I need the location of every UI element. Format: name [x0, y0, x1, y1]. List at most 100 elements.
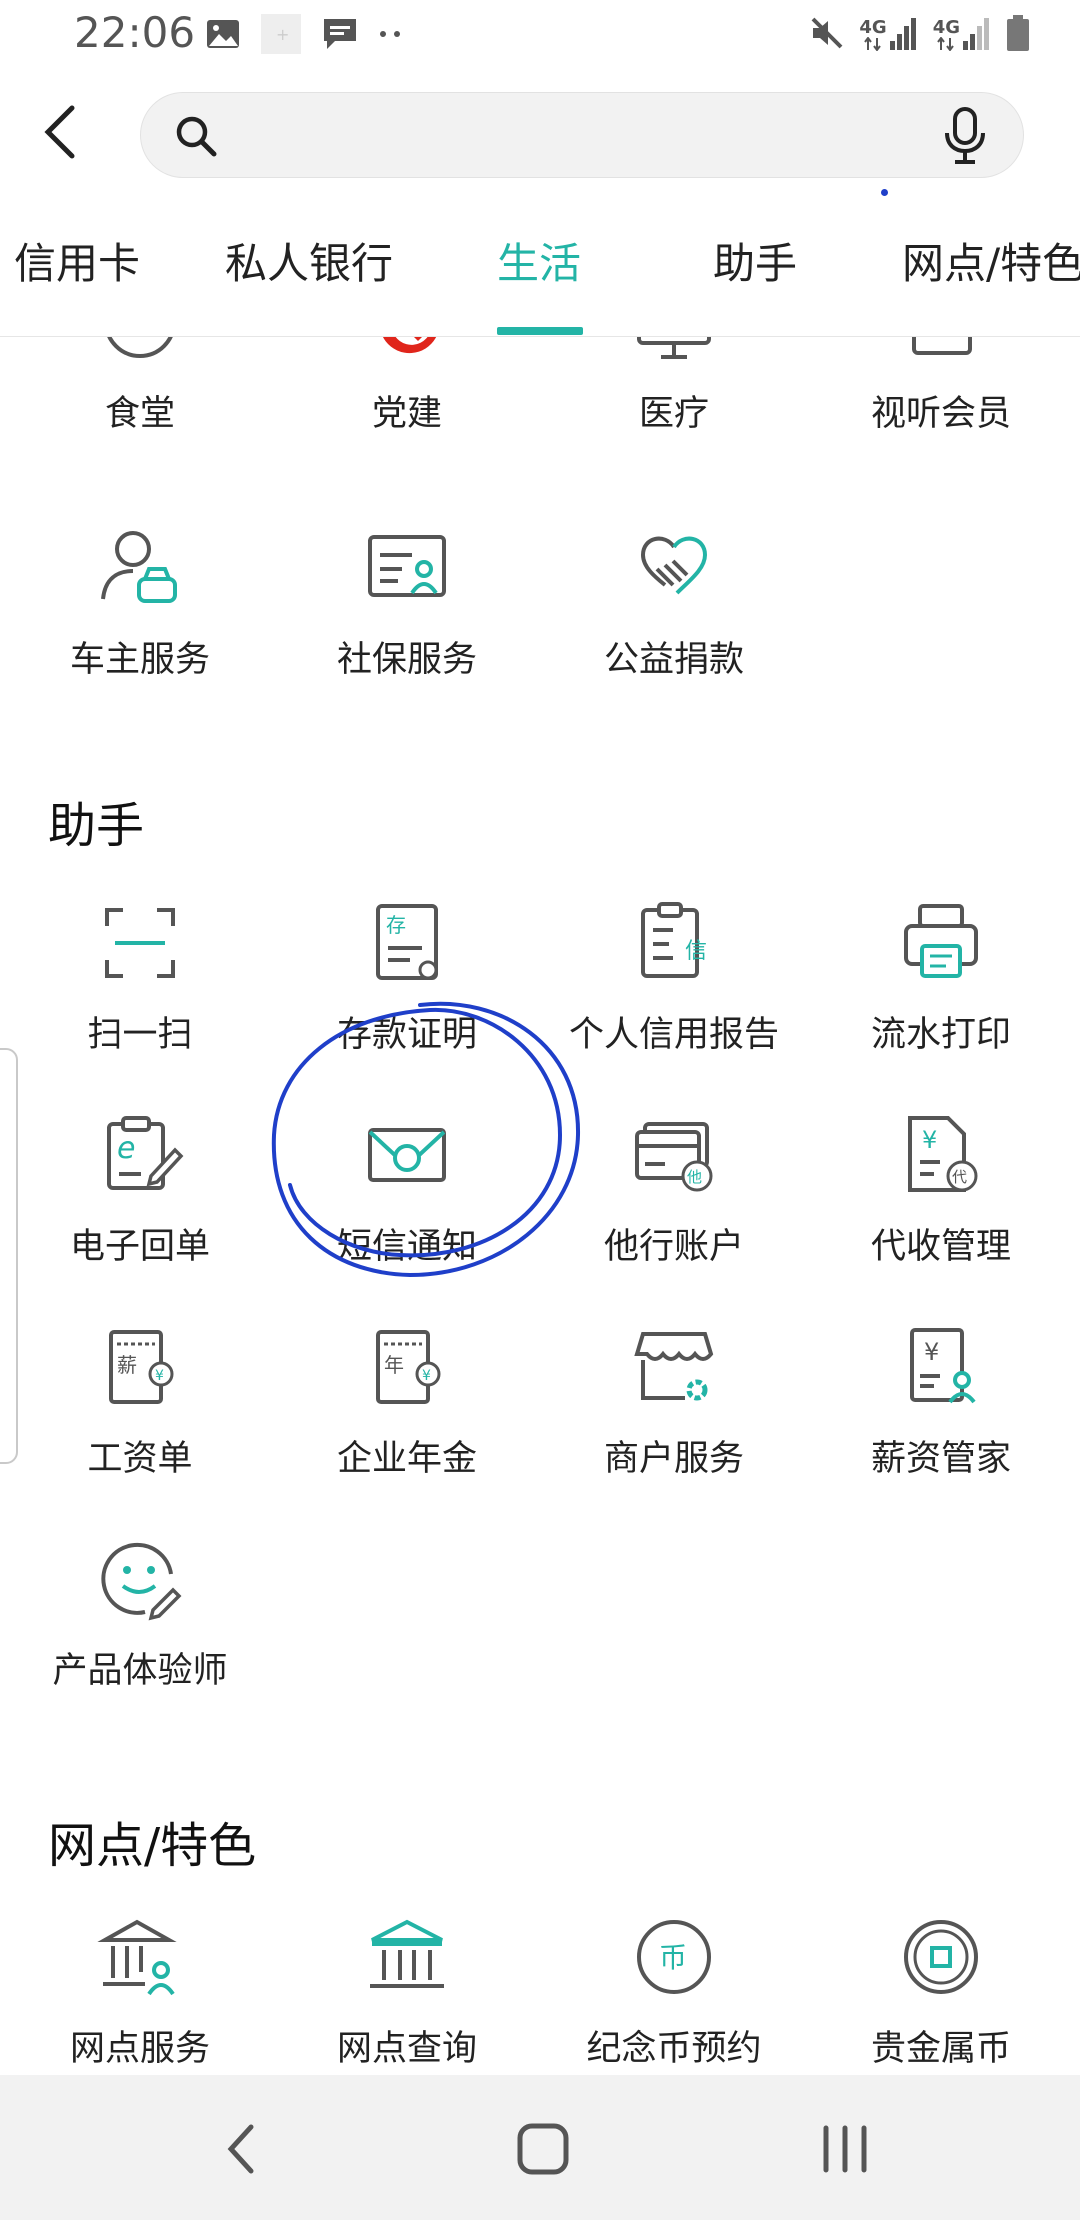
tab-outlet-features[interactable]: 网点/特色 [902, 230, 1080, 291]
grid-item-label: 纪念币预约 [586, 2029, 762, 2069]
nav-home-button[interactable] [498, 2113, 588, 2185]
grid-item-merchant-service[interactable]: 商户服务 [540, 1322, 808, 1481]
video-member-icon [912, 337, 972, 355]
charity-handshake-icon [640, 536, 708, 595]
tab-private-banking[interactable]: 私人银行 [225, 230, 393, 291]
grid-item-av-member[interactable]: 视听会员 [807, 337, 1075, 436]
grid-item-label: 产品体验师 [52, 1651, 228, 1691]
grid-item-label: 存款证明 [336, 1015, 477, 1055]
network-label-2: 4G [932, 17, 960, 38]
grid-item-collection-management[interactable]: ¥ 代 代收管理 [807, 1110, 1075, 1269]
grid-item-payslip[interactable]: 薪 ¥ 工资单 [6, 1322, 274, 1481]
nav-home-icon [517, 2123, 569, 2175]
scan-icon [105, 908, 175, 978]
grid-item-label: 社保服务 [336, 640, 477, 680]
search-icon [176, 116, 217, 157]
svg-text:+: + [276, 25, 289, 44]
party-emblem-icon [383, 337, 437, 354]
svg-text:币: 币 [659, 1941, 687, 1974]
nav-back-button[interactable] [196, 2113, 286, 2185]
tab-assistant[interactable]: 助手 [713, 230, 797, 291]
network-label-1: 4G [859, 17, 887, 38]
system-nav-bar [0, 2075, 1080, 2220]
bank-building-icon [370, 1919, 444, 1988]
grid-item-medical[interactable]: 医疗 [540, 337, 808, 436]
grid-item-label: 车主服务 [69, 640, 210, 680]
svg-text:他: 他 [687, 1168, 702, 1186]
other-bank-card-icon: 他 [635, 1122, 713, 1192]
more-dots-icon [380, 31, 400, 37]
grid-item-social-security[interactable]: 社保服务 [273, 523, 541, 682]
bank-person-icon [97, 1919, 177, 1996]
grid-item-payroll-manager[interactable]: ¥ 薪资管家 [807, 1322, 1075, 1481]
grid-item-sms-notification[interactable]: 短信通知 [273, 1110, 541, 1269]
printer-icon [904, 904, 978, 978]
grid-item-label: 党建 [371, 394, 442, 434]
svg-text:¥: ¥ [155, 1368, 164, 1384]
medical-monitor-icon [637, 337, 711, 359]
grid-item-label: 代收管理 [870, 1227, 1011, 1267]
car-owner-icon [101, 531, 177, 603]
grid-item-scan[interactable]: 扫一扫 [6, 898, 274, 1057]
grid-item-label: 工资单 [87, 1439, 193, 1479]
active-tab-indicator [497, 327, 583, 335]
grid-item-canteen[interactable]: 食堂 [6, 337, 274, 436]
grid-item-product-tester[interactable]: 产品体验师 [6, 1534, 274, 1693]
grid-item-party-building[interactable]: 党建 [273, 337, 541, 436]
svg-text:¥: ¥ [922, 1126, 937, 1154]
search-header [0, 72, 1080, 196]
grid-item-label: 贵金属币 [870, 2029, 1011, 2069]
coin-icon: 币 [637, 1920, 711, 1994]
grid-item-label: 流水打印 [870, 1015, 1011, 1055]
grid-item-enterprise-annuity[interactable]: 年 ¥ 企业年金 [273, 1322, 541, 1481]
grid-item-other-bank-account[interactable]: 他 他行账户 [540, 1110, 808, 1269]
nav-recents-button[interactable] [800, 2113, 890, 2185]
grid-item-label: 薪资管家 [870, 1439, 1011, 1479]
section-title-assistant: 助手 [48, 798, 145, 854]
tab-life[interactable]: 生活 [497, 230, 581, 291]
grid-item-label: 网点服务 [69, 2029, 210, 2069]
status-time: 22:06 [74, 8, 196, 57]
signal-icon-2 [963, 18, 989, 50]
svg-text:e: e [117, 1131, 135, 1166]
grid-item-outlet-service[interactable]: 网点服务 [6, 1912, 274, 2071]
grid-item-label: 个人信用报告 [568, 1015, 779, 1055]
svg-text:薪: 薪 [117, 1353, 137, 1377]
edge-panel-handle[interactable] [0, 1048, 18, 1464]
search-input[interactable] [231, 105, 875, 167]
svg-text:代: 代 [952, 1168, 967, 1186]
gallery-icon [207, 20, 239, 48]
grid-item-e-receipt[interactable]: e 电子回单 [6, 1110, 274, 1269]
grid-item-charity[interactable]: 公益捐款 [540, 523, 808, 682]
microphone-icon[interactable] [943, 107, 987, 165]
e-receipt-icon: e [107, 1116, 184, 1190]
grid-item-label: 短信通知 [336, 1227, 477, 1267]
grid-item-commemorative-coin[interactable]: 币 纪念币预约 [540, 1912, 808, 2071]
collection-document-icon: ¥代 [908, 1116, 978, 1192]
grid-item-label: 食堂 [104, 394, 175, 434]
grid-item-credit-report[interactable]: 信 个人信用报告 [540, 898, 808, 1057]
status-bar: 22:06 + 4G 4G [0, 0, 1080, 72]
notification-placeholder-icon: + [261, 14, 301, 54]
merchant-store-icon [634, 1332, 714, 1401]
payslip-icon: 薪 ¥ [109, 1330, 174, 1404]
indicator-dot [881, 189, 888, 196]
data-arrows-icon [864, 37, 881, 51]
back-button[interactable] [30, 92, 90, 172]
envelope-icon [368, 1128, 446, 1182]
social-security-card-icon [368, 535, 446, 597]
grid-item-statement-print[interactable]: 流水打印 [807, 898, 1075, 1057]
mute-icon [811, 17, 843, 49]
grid-item-label: 商户服务 [603, 1439, 744, 1479]
grid-item-outlet-query[interactable]: 网点查询 [273, 1912, 541, 2071]
grid-item-label: 网点查询 [336, 2029, 477, 2069]
life-partial-row: 食堂 党建 医疗 视听会员 [0, 337, 1080, 487]
credit-report-icon: 信 [641, 902, 707, 978]
payroll-manager-icon: ¥ [910, 1328, 976, 1404]
search-bar[interactable] [140, 92, 1024, 196]
svg-text:¥: ¥ [422, 1368, 431, 1384]
grid-item-deposit-certificate[interactable]: 存 存款证明 [273, 898, 541, 1057]
grid-item-precious-metal-coin[interactable]: 贵金属币 [807, 1912, 1075, 2071]
grid-item-car-owner[interactable]: 车主服务 [6, 523, 274, 682]
tab-credit-card[interactable]: 信用卡 [14, 230, 140, 291]
